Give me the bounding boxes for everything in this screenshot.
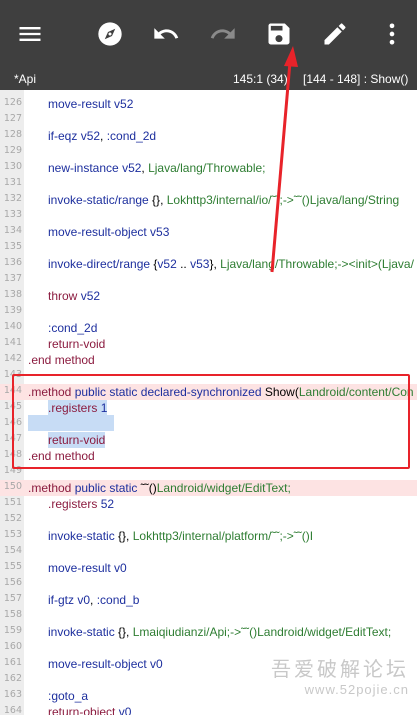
watermark-title: 吾爱破解论坛	[271, 657, 409, 681]
watermark-url: www.52pojie.cn	[304, 682, 409, 697]
annotation-arrow	[270, 46, 298, 273]
watermark: 吾爱破解论坛 www.52pojie.cn	[271, 653, 409, 697]
